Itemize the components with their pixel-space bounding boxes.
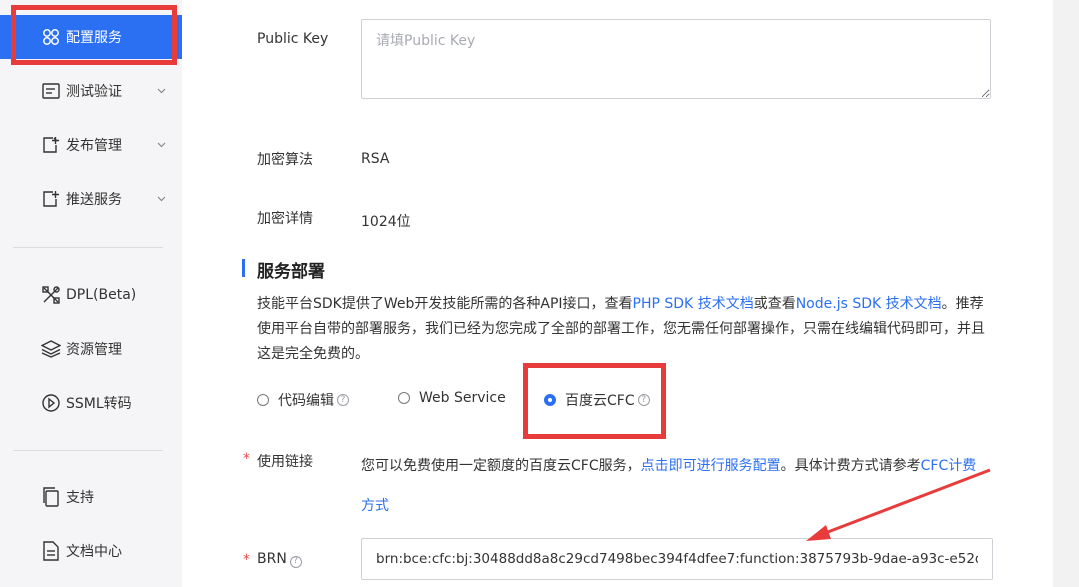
service-config-link[interactable]: 点击即可进行服务配置 bbox=[641, 458, 781, 474]
push-icon bbox=[40, 188, 62, 210]
section-accent-bar bbox=[242, 259, 245, 277]
desc-text: 或查看 bbox=[753, 296, 796, 312]
annotation-highlight-cfc bbox=[523, 363, 666, 439]
public-key-input[interactable] bbox=[361, 19, 991, 99]
sidebar-item-label: 测试验证 bbox=[66, 84, 122, 100]
dpl-icon bbox=[40, 284, 62, 306]
scrollbar[interactable] bbox=[1053, 0, 1079, 587]
nodejs-sdk-doc-link[interactable]: Node.js SDK 技术文档 bbox=[796, 296, 942, 312]
sidebar-divider bbox=[13, 247, 163, 248]
sidebar-item-publish[interactable]: 发布管理 bbox=[0, 123, 182, 167]
layers-icon bbox=[40, 338, 62, 360]
deploy-description: 技能平台SDK提供了Web开发技能所需的各种API接口，查看PHP SDK 技术… bbox=[257, 292, 997, 367]
sidebar: 配置服务 测试验证 发布管理 推送服务 DPL(Beta) 资源管理 SSML转… bbox=[0, 0, 182, 587]
sidebar-item-push[interactable]: 推送服务 bbox=[0, 177, 182, 221]
section-title: 服务部署 bbox=[257, 262, 325, 282]
publish-icon bbox=[40, 134, 62, 156]
help-icon[interactable]: ? bbox=[289, 555, 302, 568]
php-sdk-doc-link[interactable]: PHP SDK 技术文档 bbox=[633, 296, 754, 312]
sidebar-item-resources[interactable]: 资源管理 bbox=[0, 327, 182, 371]
test-icon bbox=[40, 80, 62, 102]
radio-label: 代码编辑 bbox=[278, 393, 334, 409]
brn-label-text: BRN bbox=[257, 551, 287, 567]
encryption-algorithm-value: RSA bbox=[361, 151, 390, 167]
radio-circle bbox=[398, 392, 410, 404]
sidebar-item-ssml[interactable]: SSML转码 bbox=[0, 381, 182, 425]
chevron-down-icon bbox=[155, 193, 167, 205]
desc-text: 技能平台SDK提供了Web开发技能所需的各种API接口，查看 bbox=[257, 296, 633, 312]
sidebar-item-label: 支持 bbox=[66, 490, 94, 506]
encryption-algorithm-label: 加密算法 bbox=[257, 152, 313, 168]
encryption-detail-label: 加密详情 bbox=[257, 211, 313, 227]
document-icon bbox=[40, 540, 62, 562]
usage-text: 您可以免费使用一定额度的百度云CFC服务， bbox=[361, 458, 641, 474]
radio-web-service[interactable]: Web Service bbox=[398, 390, 506, 406]
sidebar-item-docs[interactable]: 文档中心 bbox=[0, 529, 182, 573]
radio-circle bbox=[257, 394, 269, 406]
ssml-icon bbox=[40, 392, 62, 414]
sidebar-item-label: 推送服务 bbox=[66, 192, 122, 208]
sidebar-item-label: SSML转码 bbox=[66, 396, 132, 412]
encryption-detail-value: 1024位 bbox=[361, 214, 411, 230]
radio-label: Web Service bbox=[419, 390, 506, 406]
radio-code-edit[interactable]: 代码编辑 ? bbox=[257, 390, 349, 410]
help-icon[interactable]: ? bbox=[337, 394, 349, 406]
sidebar-item-support[interactable]: 支持 bbox=[0, 475, 182, 519]
chevron-down-icon bbox=[155, 139, 167, 151]
required-mark: * bbox=[243, 451, 250, 467]
sidebar-item-dpl[interactable]: DPL(Beta) bbox=[0, 273, 182, 317]
sidebar-item-label: 文档中心 bbox=[66, 544, 122, 560]
annotation-highlight-sidebar bbox=[11, 5, 177, 65]
brn-label: BRN? bbox=[257, 551, 302, 568]
required-mark: * bbox=[243, 552, 250, 568]
brn-input[interactable] bbox=[361, 538, 993, 580]
chevron-down-icon bbox=[155, 85, 167, 97]
sidebar-item-test[interactable]: 测试验证 bbox=[0, 69, 182, 113]
sidebar-item-label: 资源管理 bbox=[66, 342, 122, 358]
sidebar-item-label: 发布管理 bbox=[66, 138, 122, 154]
public-key-label: Public Key bbox=[257, 31, 329, 47]
sidebar-divider bbox=[13, 450, 163, 451]
support-icon bbox=[40, 486, 62, 508]
usage-link-text: 您可以免费使用一定额度的百度云CFC服务，点击即可进行服务配置。具体计费方式请参… bbox=[361, 446, 981, 526]
usage-text: 。具体计费方式请参考 bbox=[780, 458, 921, 474]
sidebar-item-label: DPL(Beta) bbox=[66, 287, 137, 303]
usage-link-label: 使用链接 bbox=[257, 454, 313, 470]
